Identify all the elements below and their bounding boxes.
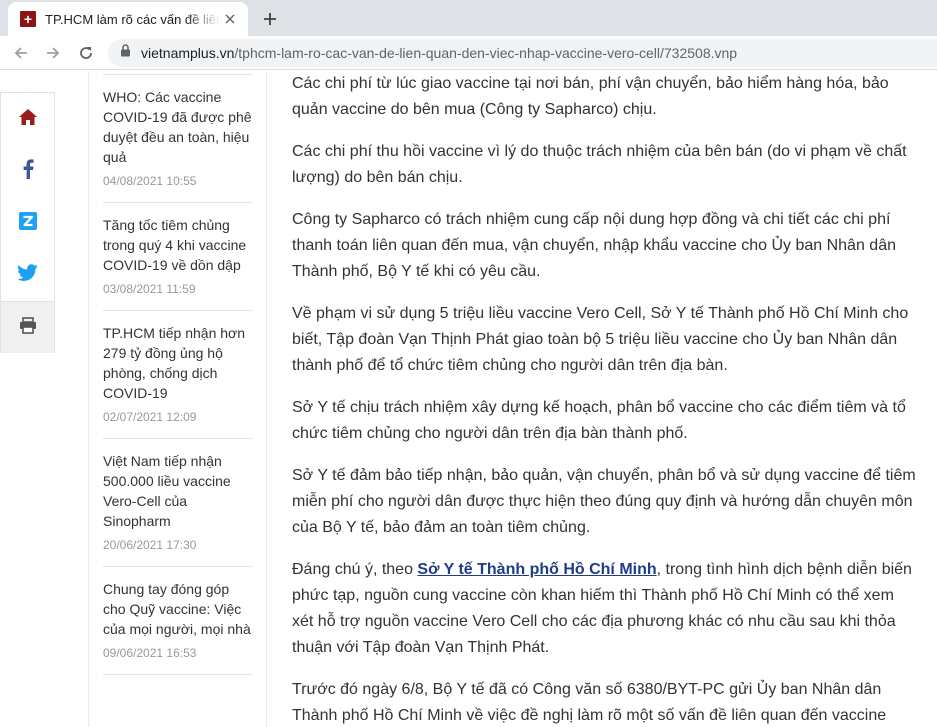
related-news-sidebar: ... WHO: Các vaccine COVID-19 đã được ph… xyxy=(88,71,267,727)
browser-tab[interactable]: + TP.HCM làm rõ các vấn đề liên quan đến… xyxy=(8,2,248,36)
print-button[interactable] xyxy=(1,301,54,353)
print-icon xyxy=(19,316,37,339)
article-paragraph: Các chi phí từ lúc giao vaccine tại nơi … xyxy=(292,75,889,118)
home-button[interactable] xyxy=(1,93,54,145)
news-item-date: 09/06/2021 16:53 xyxy=(103,646,197,660)
list-item[interactable]: WHO: Các vaccine COVID-19 đã được phê du… xyxy=(103,75,253,203)
tab-title: TP.HCM làm rõ các vấn đề liên quan đến v… xyxy=(45,11,221,27)
news-item-date: 02/07/2021 12:09 xyxy=(103,410,197,424)
back-arrow-icon[interactable] xyxy=(9,41,33,65)
news-item-title[interactable]: Việt Nam tiếp nhận 500.000 liều vaccine … xyxy=(103,451,253,531)
twitter-icon xyxy=(16,264,38,286)
list-item[interactable]: TP.HCM tiếp nhận hơn 279 tỷ đồng ủng hộ … xyxy=(103,311,253,439)
forward-arrow-icon[interactable] xyxy=(41,41,65,65)
page-viewport: ... WHO: Các vaccine COVID-19 đã được ph… xyxy=(0,71,937,727)
health-department-link[interactable]: Sở Y tế Thành phố Hồ Chí Minh xyxy=(417,561,656,578)
twitter-share-button[interactable] xyxy=(1,249,54,301)
news-item-title[interactable]: WHO: Các vaccine COVID-19 đã được phê du… xyxy=(103,87,253,167)
list-item[interactable]: Việt Nam tiếp nhận 500.000 liều vaccine … xyxy=(103,439,253,567)
news-item-title[interactable]: Chung tay đóng góp cho Quỹ vaccine: Việc… xyxy=(103,579,253,639)
zalo-share-button[interactable] xyxy=(1,197,54,249)
news-item-date: 03/08/2021 11:59 xyxy=(103,282,196,296)
article-paragraph: Về phạm vi sử dụng 5 triệu liều vaccine … xyxy=(292,305,909,374)
article-paragraph: Các chi phí thu hồi vaccine vì lý do thu… xyxy=(292,143,907,186)
url-text[interactable]: vietnamplus.vn/tphcm-lam-ro-cac-van-de-l… xyxy=(141,45,737,61)
list-item[interactable]: Chung tay đóng góp cho Quỹ vaccine: Việc… xyxy=(103,567,253,675)
news-item-date: 04/08/2021 10:55 xyxy=(103,174,197,188)
home-icon xyxy=(18,108,38,131)
browser-toolbar: vietnamplus.vn/tphcm-lam-ro-cac-van-de-l… xyxy=(0,36,937,70)
zalo-icon xyxy=(18,211,38,236)
facebook-icon xyxy=(22,158,34,184)
article-paragraph: Sở Y tế chịu trách nhiệm xây dựng kế hoạ… xyxy=(292,399,906,442)
article-paragraph: Trước đó ngày 6/8, Bộ Y tế đã có Công vă… xyxy=(292,681,887,724)
news-item-date: 20/06/2021 17:30 xyxy=(103,538,197,552)
browser-tab-bar: + TP.HCM làm rõ các vấn đề liên quan đến… xyxy=(0,0,937,36)
paragraph-text: Đáng chú ý, theo xyxy=(292,561,418,578)
list-item[interactable]: Tăng tốc tiêm chủng trong quý 4 khi vacc… xyxy=(103,203,253,311)
news-item-title[interactable]: Tăng tốc tiêm chủng trong quý 4 khi vacc… xyxy=(103,215,253,275)
article-body: Các chi phí từ lúc giao vaccine tại nơi … xyxy=(292,71,917,727)
share-bar xyxy=(0,92,55,353)
site-favicon-icon: + xyxy=(20,11,36,27)
close-tab-icon[interactable] xyxy=(222,11,238,27)
article-paragraph: Sở Y tế đảm bảo tiếp nhận, bảo quản, vận… xyxy=(292,467,916,536)
news-item-title[interactable]: TP.HCM tiếp nhận hơn 279 tỷ đồng ủng hộ … xyxy=(103,323,253,403)
facebook-share-button[interactable] xyxy=(1,145,54,197)
url-domain: vietnamplus.vn xyxy=(141,45,235,61)
lock-icon[interactable] xyxy=(120,44,131,62)
reload-icon[interactable] xyxy=(74,41,98,65)
address-bar[interactable]: vietnamplus.vn/tphcm-lam-ro-cac-van-de-l… xyxy=(108,39,937,67)
new-tab-icon[interactable] xyxy=(258,7,282,31)
article-paragraph: Đáng chú ý, theo Sở Y tế Thành phố Hồ Ch… xyxy=(292,557,917,661)
article-paragraph: Công ty Sapharco có trách nhiệm cung cấp… xyxy=(292,211,896,280)
url-path: /tphcm-lam-ro-cac-van-de-lien-quan-den-v… xyxy=(234,45,738,61)
